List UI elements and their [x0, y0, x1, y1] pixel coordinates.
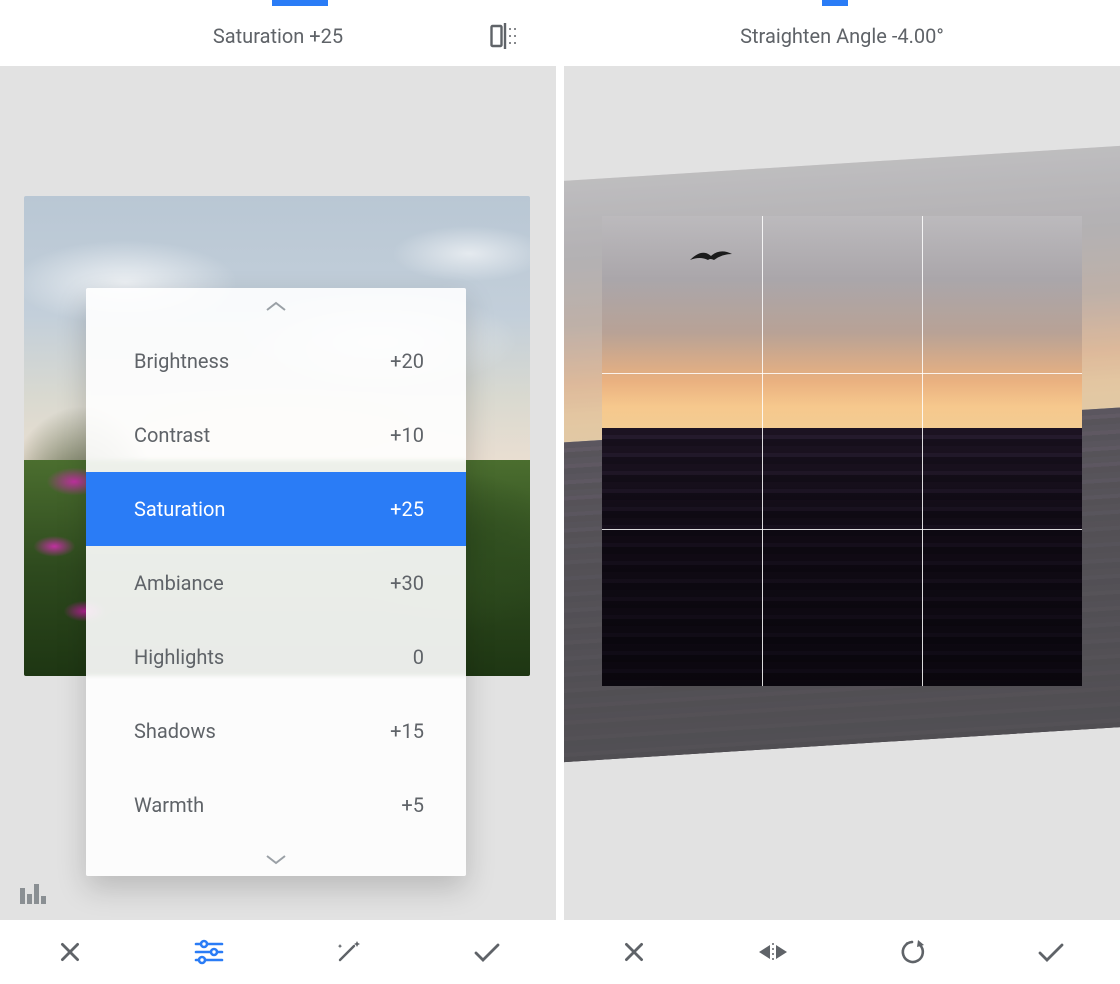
canvas-right[interactable]: [564, 66, 1120, 920]
menu-item-value: +20: [390, 349, 424, 373]
menu-item-value: +25: [390, 497, 424, 521]
menu-item-value: +10: [390, 423, 424, 447]
header-right: Straighten Angle -4.00°: [564, 6, 1120, 66]
bottombar-right: [564, 920, 1120, 984]
magic-wand-button[interactable]: [278, 920, 417, 984]
chevron-down-icon[interactable]: [86, 842, 466, 876]
menu-item-value: +15: [390, 719, 424, 743]
menu-item-contrast[interactable]: Contrast +10: [86, 398, 466, 472]
menu-item-saturation[interactable]: Saturation +25: [86, 472, 466, 546]
menu-item-label: Highlights: [134, 645, 224, 669]
menu-item-label: Saturation: [134, 497, 225, 521]
rotate-button[interactable]: [842, 920, 981, 984]
menu-item-value: 0: [413, 645, 424, 669]
bird-icon: [688, 246, 734, 266]
menu-item-warmth[interactable]: Warmth +5: [86, 768, 466, 842]
tune-menu[interactable]: Brightness +20 Contrast +10 Saturation +25 Amb…: [86, 288, 466, 876]
flip-horizontal-button[interactable]: [703, 920, 842, 984]
canvas-left[interactable]: Brightness +20 Contrast +10 Saturation +25 Amb…: [0, 66, 556, 920]
compare-icon[interactable]: [490, 23, 520, 49]
menu-item-shadows[interactable]: Shadows +15: [86, 694, 466, 768]
menu-item-value: +30: [390, 571, 424, 595]
header-left: Saturation +25: [0, 6, 556, 66]
chevron-up-icon[interactable]: [86, 288, 466, 324]
tune-button[interactable]: [139, 920, 278, 984]
menu-item-highlights[interactable]: Highlights 0: [86, 620, 466, 694]
close-button[interactable]: [564, 920, 703, 984]
menu-item-label: Contrast: [134, 423, 210, 447]
apply-button[interactable]: [417, 920, 556, 984]
menu-item-label: Shadows: [134, 719, 216, 743]
straighten-screen: Straighten Angle -4.00°: [564, 0, 1120, 984]
histogram-icon[interactable]: [20, 882, 48, 904]
menu-item-label: Brightness: [134, 349, 229, 373]
apply-button[interactable]: [981, 920, 1120, 984]
crop-frame[interactable]: [602, 216, 1082, 686]
photo-preview-right: [574, 194, 1110, 714]
menu-item-value: +5: [401, 793, 424, 817]
header-label-right: Straighten Angle -4.00°: [740, 24, 944, 48]
bottombar-left: [0, 920, 556, 984]
menu-item-ambiance[interactable]: Ambiance +30: [86, 546, 466, 620]
header-label-left: Saturation +25: [213, 24, 343, 48]
tune-screen: Saturation +25: [0, 0, 556, 984]
menu-item-label: Warmth: [134, 793, 204, 817]
menu-item-label: Ambiance: [134, 571, 224, 595]
close-button[interactable]: [0, 920, 139, 984]
menu-item-brightness[interactable]: Brightness +20: [86, 324, 466, 398]
